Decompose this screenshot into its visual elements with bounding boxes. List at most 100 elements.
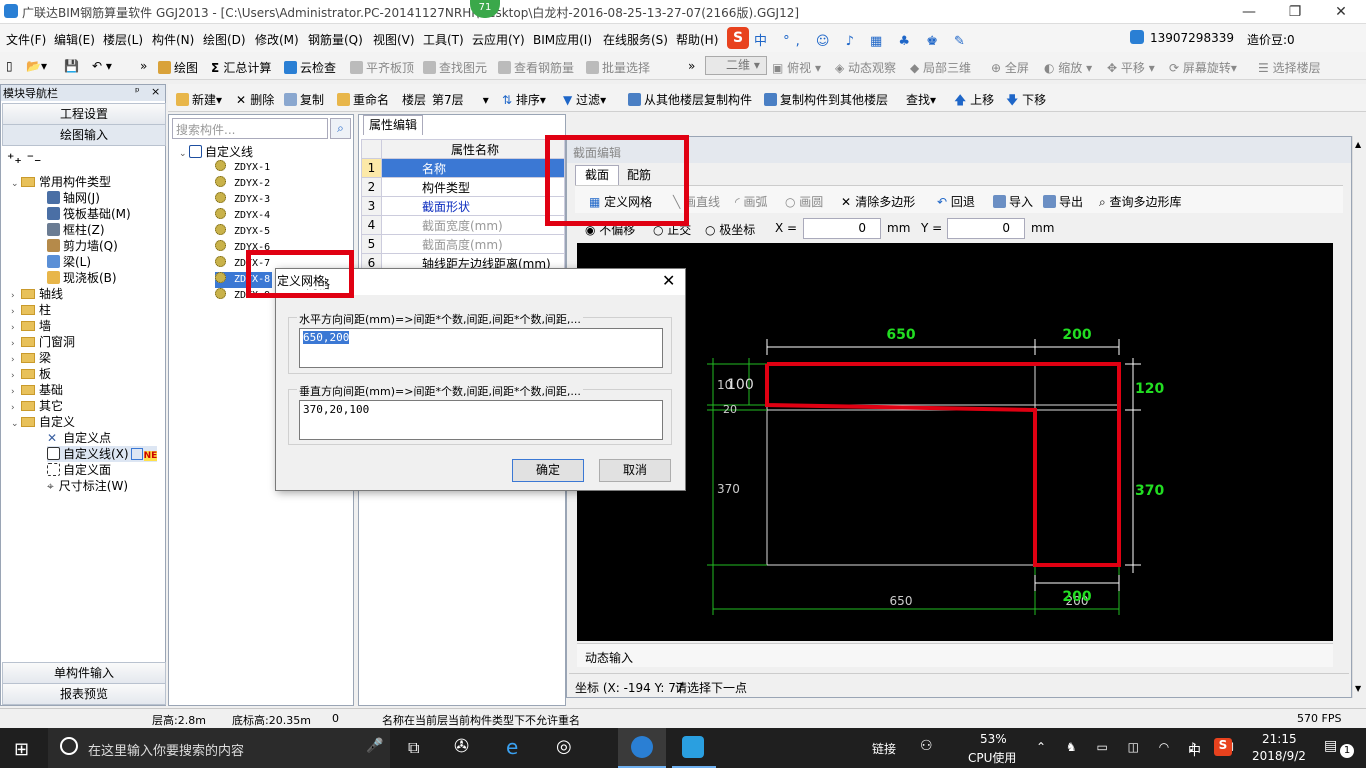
copy-button[interactable]: 复制 [284,91,324,108]
pan-button[interactable]: ✥ 平移 ▾ [1107,59,1155,76]
action-center-icon[interactable]: ▤ [1324,738,1337,754]
list-item[interactable]: ZDYX-5 [215,224,270,240]
property-row-shape[interactable]: 截面形状 [381,196,565,216]
menu-file[interactable]: 文件(F) [6,31,46,48]
search-icon[interactable]: ⌕ [330,118,351,139]
menu-rebar[interactable]: 钢筋量(Q) [308,31,363,48]
copy-from-floor-button[interactable]: 从其他楼层复制构件 [628,91,752,108]
radio-polar[interactable]: ○ 极坐标 [705,221,755,238]
tree-group-wall[interactable]: › 墙 [11,318,51,334]
filter-button[interactable]: ▼ 过滤▾ [563,91,606,108]
sogou-ime-icon[interactable]: S [727,27,749,49]
scroll-up-icon[interactable]: ▲ [1355,140,1361,149]
save-icon[interactable]: 💾 [64,59,79,73]
draw-button[interactable]: 绘图 [158,59,198,76]
tree-item-custom-line[interactable]: 自定义线(X) NE [47,446,158,462]
windows-start-icon[interactable]: ⊞ [14,739,29,760]
tree-item-dimension[interactable]: ⌖ 尺寸标注(W) [47,478,128,494]
view-rebar-button[interactable]: 查看钢筋量 [498,59,574,76]
batch-select-button[interactable]: 批量选择 [586,59,650,76]
tree-item-custom-point[interactable]: ✕ 自定义点 [47,430,111,446]
property-row-width[interactable]: 截面宽度(mm) [381,215,565,235]
list-item[interactable]: ZDYX-1 [215,160,270,176]
overflow-chevron-icon[interactable]: » [140,59,147,73]
report-preview-button[interactable]: 报表预览 [2,683,166,705]
menu-view[interactable]: 视图(V) [373,31,415,48]
move-down-button[interactable]: 🡇 下移 [1006,91,1046,112]
menu-help[interactable]: 帮助(H) [676,31,718,48]
close-icon[interactable]: × [151,85,160,98]
fullscreen-button[interactable]: ⊕ 全屏 [991,59,1029,76]
list-item[interactable]: ZDYX-3 [215,192,270,208]
dialog-close-icon[interactable]: ✕ [662,271,675,290]
copy-to-floor-button[interactable]: 复制构件到其他楼层 [764,91,888,108]
scroll-down-icon[interactable]: ▼ [1355,684,1361,693]
local-3d-button[interactable]: ◆ 局部三维 [910,59,971,76]
project-settings-button[interactable]: 工程设置 [2,103,166,125]
floor-select[interactable]: 第7层 ▾ [432,91,489,108]
new-button[interactable]: 新建▾ [176,91,222,108]
menu-tools[interactable]: 工具(T) [423,31,464,48]
tree-item-custom-face[interactable]: 自定义面 [47,462,111,478]
pin-icon[interactable]: ᵖ [135,85,140,98]
glodon-app-taskbar-button[interactable] [618,728,666,768]
rename-button[interactable]: 重命名 [337,91,389,108]
delete-button[interactable]: ✕ 删除 [236,91,274,108]
top-view-button[interactable]: ▣ 俯视 ▾ [772,59,821,76]
list-item[interactable]: ZDYX-2 [215,176,270,192]
tree-group-other[interactable]: › 其它 [11,398,63,414]
tree-group-beam[interactable]: › 梁 [11,350,51,366]
sum-calc-button[interactable]: Σ 汇总计算 [211,59,271,76]
move-up-button[interactable]: 🡅 上移 [954,91,994,112]
tree-group-slab[interactable]: › 板 [11,366,51,382]
x-coordinate-input[interactable]: 0 [803,218,881,239]
tree-group-opening[interactable]: › 门窗洞 [11,334,75,350]
task-view-icon[interactable]: ⧉ [408,738,419,758]
edge-browser-icon[interactable]: e [506,735,518,759]
draw-arc-button[interactable]: ◜ 画弧 [735,193,767,210]
sogou-tray-icon[interactable]: S [1214,738,1232,756]
ime-toolbar[interactable]: 中 °, ☺ ♪ ▦ ♣ ♚ ✎ [754,30,965,49]
account-phone[interactable]: 13907298339 [1150,31,1234,45]
menu-bim[interactable]: BIM应用(I) [533,31,592,48]
sort-button[interactable]: ⇅ 排序▾ [502,91,546,108]
drawing-input-button[interactable]: 绘图输入 [2,124,166,146]
tree-item-raft[interactable]: 筏板基础(M) [47,206,131,222]
cancel-button[interactable]: 取消 [599,459,671,482]
tab-property-edit[interactable]: 属性编辑 [363,115,423,135]
menu-online[interactable]: 在线服务(S) [603,31,668,48]
menu-cloud[interactable]: 云应用(Y) [472,31,525,48]
tree-group-common[interactable]: ⌄ 常用构件类型 [11,174,111,190]
microphone-icon[interactable]: 🎤 [366,738,383,754]
tree-item-beam[interactable]: 梁(L) [47,254,91,270]
undo-icon[interactable]: ↶ ▾ [92,59,112,73]
menu-modify[interactable]: 修改(M) [255,31,299,48]
app-notify-icon[interactable]: ◎ [556,736,572,757]
clear-polygon-button[interactable]: ✕ 清除多边形 [841,193,915,210]
taskbar-search-box[interactable]: 在这里输入你要搜索的内容 🎤 [48,728,390,768]
menu-draw[interactable]: 绘图(D) [203,31,246,48]
list-item[interactable]: ZDYX-4 [215,208,270,224]
tree-group-axis[interactable]: › 轴线 [11,286,63,302]
dynamic-input-tab[interactable]: 动态输入 [585,649,633,666]
draw-circle-button[interactable]: ○ 画圆 [785,193,823,210]
export-button[interactable]: 导出 [1043,193,1083,210]
restore-button[interactable]: ❐ [1272,0,1318,24]
ok-button[interactable]: 确定 [512,459,584,482]
people-icon[interactable]: ⚇ [920,738,933,754]
view-mode-select[interactable]: 二维 ▾ [705,56,767,75]
query-polygon-lib-button[interactable]: ⌕ 查询多边形库 [1099,193,1182,210]
menu-floor[interactable]: 楼层(L) [103,31,143,48]
property-row-height[interactable]: 截面高度(mm) [381,234,565,254]
fan-app-icon[interactable]: ✇ [454,736,469,757]
y-coordinate-input[interactable]: 0 [947,218,1025,239]
close-button[interactable]: ✕ [1318,0,1364,24]
undo-button[interactable]: ↶ 回退 [937,193,975,210]
component-search-input[interactable]: 搜索构件... [172,118,328,139]
rotate-button[interactable]: ⟳ 屏幕旋转▾ [1169,59,1237,76]
tree-group-foundation[interactable]: › 基础 [11,382,63,398]
flat-slab-button[interactable]: 平齐板顶 [350,59,414,76]
single-input-button[interactable]: 单构件输入 [2,662,166,684]
tree-item-shear-wall[interactable]: 剪力墙(Q) [47,238,118,254]
menu-component[interactable]: 构件(N) [152,31,194,48]
